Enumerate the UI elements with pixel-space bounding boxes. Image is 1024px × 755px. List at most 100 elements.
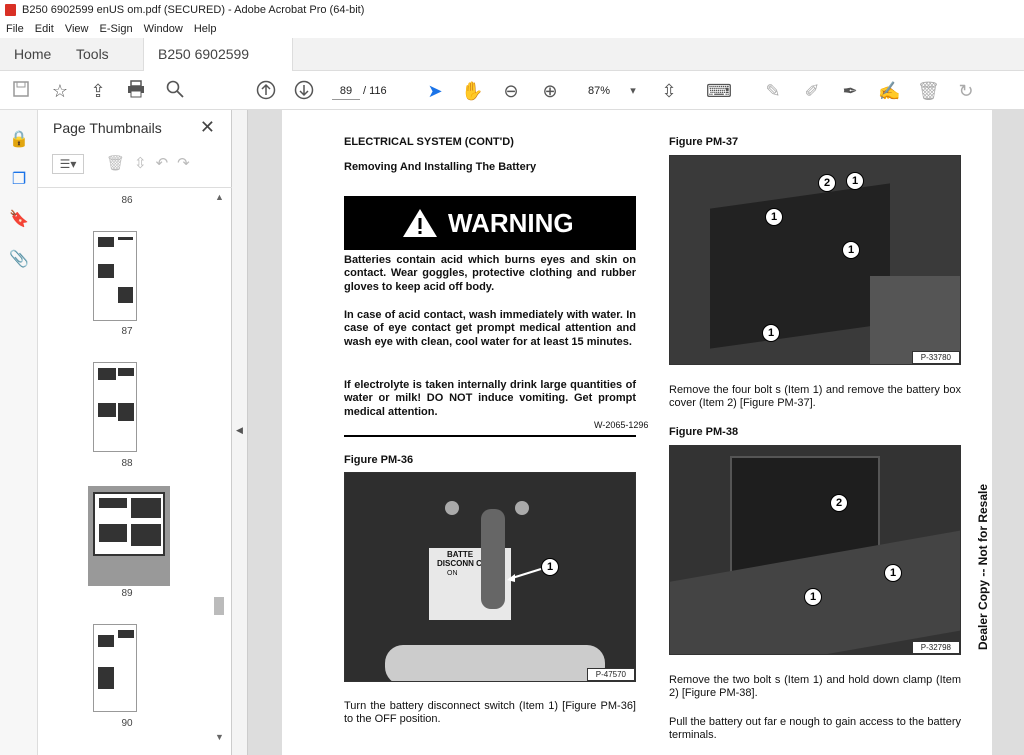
thumbnail-page-89[interactable] xyxy=(93,492,165,556)
subsection-heading: Removing And Installing The Battery xyxy=(344,161,537,173)
tab-tools[interactable]: Tools xyxy=(62,38,123,71)
attachment-icon[interactable]: 📎 xyxy=(9,250,29,270)
save-icon[interactable] xyxy=(10,80,32,102)
plate-text: DISCONN CT xyxy=(437,559,487,568)
switch-handle xyxy=(481,509,505,609)
zoom-out-icon[interactable]: ⊖ xyxy=(500,80,522,102)
figure-pm38-text: Remove the two bolt s (Item 1) and hold … xyxy=(669,674,961,700)
warning-code: W-2065-1296 xyxy=(594,420,649,430)
bookmark-icon[interactable]: 🔖 xyxy=(9,210,29,230)
battery-box-cover xyxy=(710,183,890,349)
hand-tool-icon[interactable]: ✋ xyxy=(461,80,483,102)
menu-bar: File Edit View E-Sign Window Help xyxy=(0,20,1024,38)
figure-pm38-photo: 2 1 1 P-32798 xyxy=(669,445,961,655)
zoom-in-icon[interactable]: ⊕ xyxy=(539,80,561,102)
callout-1: 1 xyxy=(762,324,780,342)
callout-1: 1 xyxy=(846,172,864,190)
zoom-dropdown-icon[interactable]: ▾ xyxy=(622,80,644,102)
thumb-label-87: 87 xyxy=(121,326,133,337)
fit-page-icon[interactable]: ⇳ xyxy=(658,80,680,102)
warning-text-1: Batteries contain acid which burns eyes … xyxy=(344,254,636,293)
watermark-text: Dealer Copy -- Not for Resale xyxy=(976,483,990,650)
print-icon[interactable] xyxy=(125,80,147,102)
figure-pm37-text: Remove the four bolt s (Item 1) and remo… xyxy=(669,384,961,410)
window-title: B250 6902599 enUS om.pdf (SECURED) - Ado… xyxy=(22,4,365,16)
highlight-icon[interactable]: ✐ xyxy=(801,80,823,102)
warning-rule xyxy=(344,435,636,437)
menu-window[interactable]: Window xyxy=(144,23,183,35)
tab-home[interactable]: Home xyxy=(0,38,65,71)
select-cursor-icon[interactable]: ➤ xyxy=(424,80,446,102)
pdf-app-icon xyxy=(5,4,16,16)
thumbnails-title: Page Thumbnails xyxy=(53,120,162,136)
scrollbar-thumb[interactable] xyxy=(214,597,224,615)
bolt-shape xyxy=(515,501,529,515)
callout-1: 1 xyxy=(804,588,822,606)
scroll-down-icon[interactable]: ▼ xyxy=(215,732,224,742)
figure-pm37-title: Figure PM-37 xyxy=(669,136,739,148)
menu-edit[interactable]: Edit xyxy=(35,23,54,35)
callout-2: 2 xyxy=(830,494,848,512)
figure-pm36-title: Figure PM-36 xyxy=(344,454,414,466)
warning-text-2: In case of acid contact, wash immediatel… xyxy=(344,309,636,348)
zoom-level[interactable]: 87% xyxy=(588,82,610,100)
edit-pdf-icon[interactable]: ✍ xyxy=(878,80,900,102)
figure-pm37-photo: 1 2 1 1 1 P-33780 xyxy=(669,155,961,365)
figure-pm36-photo: BATTE DISCONN CT ON OFF 1 P-47570 xyxy=(344,472,636,682)
thumb-label-88: 88 xyxy=(121,458,133,469)
warning-text-3: If electrolyte is taken internally drink… xyxy=(344,379,636,418)
tab-document[interactable]: B250 6902599 en... × xyxy=(143,38,293,95)
figure-pm37-code: P-33780 xyxy=(911,351,960,364)
figure-pm36-code: P-47570 xyxy=(586,668,635,681)
pdf-page: ELECTRICAL SYSTEM (CONT'D) Removing And … xyxy=(282,110,992,755)
plate-text: BATTE xyxy=(447,550,474,559)
tab-bar: Home Tools B250 6902599 en... × xyxy=(0,38,1024,95)
menu-view[interactable]: View xyxy=(65,23,89,35)
pull-battery-text: Pull the battery out far e nough to gain… xyxy=(669,716,961,742)
menu-esign[interactable]: E-Sign xyxy=(100,23,133,35)
menu-file[interactable]: File xyxy=(6,23,24,35)
delete-icon[interactable]: 🗑 xyxy=(917,80,940,102)
thumbnail-tools-icon: 🗑⇳↶↷ xyxy=(106,155,199,172)
next-page-icon[interactable] xyxy=(293,80,315,102)
panel-shape xyxy=(385,645,605,681)
bolt-shape xyxy=(445,501,459,515)
thumbnails-scrollbar[interactable]: ▲ ▼ xyxy=(212,192,226,747)
comment-icon[interactable]: ✎ xyxy=(762,80,784,102)
scroll-up-icon[interactable]: ▲ xyxy=(215,192,224,202)
thumbnail-options-icon[interactable]: ☰▾ xyxy=(52,154,84,174)
close-icon[interactable]: ✕ xyxy=(200,117,215,138)
section-heading: ELECTRICAL SYSTEM (CONT'D) xyxy=(344,136,514,148)
sign-icon[interactable]: ✒ xyxy=(839,80,861,102)
callout-1: 1 xyxy=(765,208,783,226)
figure-pm38-code: P-32798 xyxy=(911,641,960,654)
rotate-icon[interactable]: ↻ xyxy=(955,80,977,102)
collapse-arrow-icon[interactable]: ◀ xyxy=(236,425,243,436)
thumbnails-panel: Page Thumbnails ✕ ☰▾ 🗑⇳↶↷ 86 87 88 89 90… xyxy=(38,110,232,755)
keyboard-icon[interactable]: ⌨ xyxy=(706,80,732,102)
thumbnail-page-88[interactable] xyxy=(93,362,137,452)
cloud-upload-icon[interactable]: ⇪ xyxy=(87,80,109,102)
thumb-label-89: 89 xyxy=(121,588,133,599)
figure-pm38-title: Figure PM-38 xyxy=(669,426,739,438)
callout-2: 2 xyxy=(818,174,836,192)
search-icon[interactable] xyxy=(164,80,186,102)
menu-help[interactable]: Help xyxy=(194,23,217,35)
lock-icon[interactable]: 🔒 xyxy=(9,130,29,150)
title-bar: B250 6902599 enUS om.pdf (SECURED) - Ado… xyxy=(0,0,1024,20)
bookmark-star-icon[interactable]: ☆ xyxy=(49,80,71,102)
warning-title: WARNING xyxy=(448,208,574,238)
plate-text-on: ON xyxy=(447,570,458,577)
panel-collapse-bar[interactable]: ◀ xyxy=(232,110,248,755)
callout-1: 1 xyxy=(842,241,860,259)
page-number-input[interactable]: 89 xyxy=(332,82,360,100)
page-total: / 116 xyxy=(363,85,387,97)
page-thumbnails-icon[interactable]: ❐ xyxy=(9,170,29,190)
thumbnail-page-87[interactable] xyxy=(93,231,137,321)
callout-1: 1 xyxy=(884,564,902,582)
toolbar: ☆ ⇪ 89 / 116 ➤ ✋ ⊖ ⊕ 87% ▾ ⇳ ⌨ ✎ ✐ ✒ ✍ 🗑… xyxy=(0,71,1024,110)
thumb-label-90: 90 xyxy=(121,718,133,729)
previous-page-icon[interactable] xyxy=(255,80,277,102)
thumbnail-page-90[interactable] xyxy=(93,624,137,712)
divider xyxy=(38,187,232,188)
